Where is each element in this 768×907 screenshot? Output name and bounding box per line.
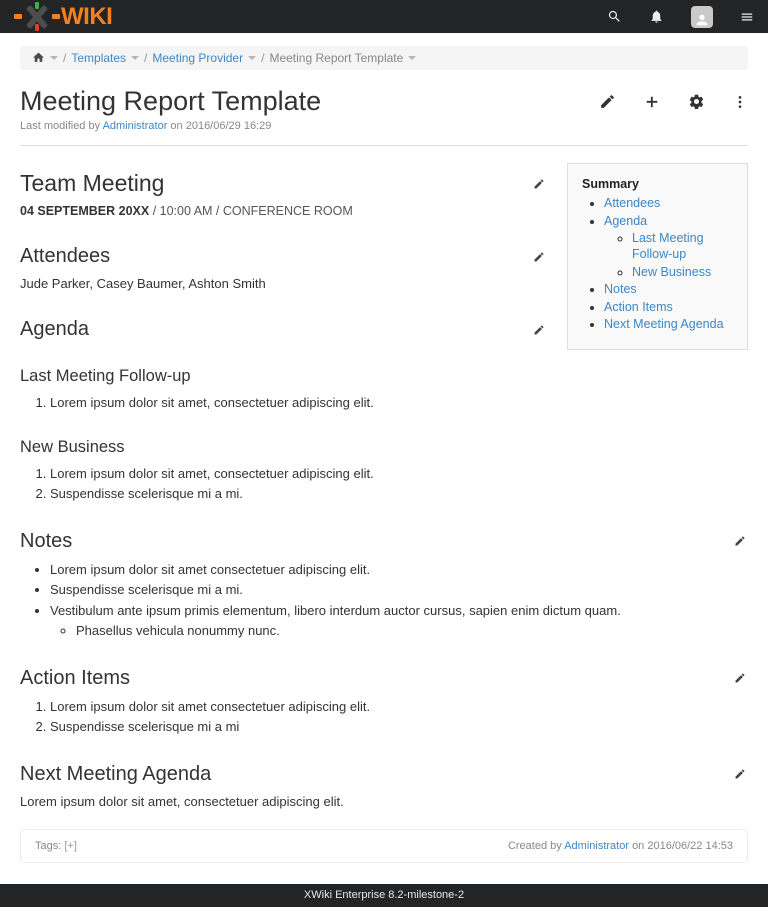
- breadcrumb-link-templates[interactable]: Templates: [71, 51, 126, 65]
- last-modified-line: Last modified by Administrator on 2016/0…: [20, 120, 748, 132]
- summary-link-action-items[interactable]: Action Items: [604, 300, 673, 314]
- version-footer: XWiki Enterprise 8.2-milestone-2: [0, 884, 768, 907]
- summary-link-item: New Business: [632, 265, 739, 281]
- new-business-list: Lorem ipsum dolor sit amet, consectetuer…: [20, 465, 748, 503]
- meeting-date: 04 SEPTEMBER 20XX: [20, 204, 149, 218]
- tags-area: Tags: [+]: [35, 840, 77, 852]
- list-item: Lorem ipsum dolor sit amet, consectetuer…: [50, 394, 748, 412]
- breadcrumb-separator: /: [261, 51, 264, 65]
- summary-panel: Summary Attendees Agenda Last Meeting Fo…: [567, 163, 748, 350]
- modified-suffix: on 2016/06/29 16:29: [170, 120, 271, 132]
- summary-link-item: Attendees: [604, 196, 739, 212]
- follow-up-list: Lorem ipsum dolor sit amet, consectetuer…: [20, 394, 748, 412]
- topbar: WIKI: [0, 0, 768, 33]
- section-edit-pencil-icon[interactable]: [732, 535, 748, 547]
- breadcrumb: / Templates / Meeting Provider / Meeting…: [20, 46, 748, 70]
- list-item: Vestibulum ante ipsum primis elementum, …: [50, 602, 748, 640]
- notes-heading: Notes: [20, 530, 72, 553]
- list-item: Lorem ipsum dolor sit amet, consectetuer…: [50, 465, 748, 483]
- list-item: Lorem ipsum dolor sit amet consectetuer …: [50, 561, 748, 579]
- chevron-down-icon[interactable]: [408, 56, 416, 60]
- modified-by-user-link[interactable]: Administrator: [103, 120, 168, 132]
- logo-x-icon: [25, 4, 49, 29]
- summary-link-agenda[interactable]: Agenda: [604, 214, 647, 228]
- document-info-bar: Tags: [+] Created by Administrator on 20…: [20, 829, 748, 863]
- version-text: XWiki Enterprise 8.2-milestone-2: [304, 889, 464, 901]
- summary-link-new-business[interactable]: New Business: [632, 265, 711, 279]
- list-item: Lorem ipsum dolor sit amet consectetuer …: [50, 698, 748, 716]
- summary-link-item: Next Meeting Agenda: [604, 317, 739, 333]
- list-item: Phasellus vehicula nonummy nunc.: [76, 622, 748, 640]
- chevron-down-icon[interactable]: [248, 56, 256, 60]
- more-kebab-icon[interactable]: [732, 94, 748, 110]
- logo-wordmark: WIKI: [61, 5, 112, 29]
- summary-link-last-meeting-follow-up[interactable]: Last Meeting Follow-up: [632, 231, 704, 261]
- title-divider: [20, 145, 748, 146]
- attendees-heading: Attendees: [20, 245, 110, 268]
- home-icon[interactable]: [32, 51, 45, 65]
- summary-link-attendees[interactable]: Attendees: [604, 196, 660, 210]
- avatar-person-icon: [691, 6, 713, 28]
- created-by-line: Created by Administrator on 2016/06/22 1…: [508, 840, 733, 852]
- meeting-title-heading: Team Meeting: [20, 170, 164, 197]
- edit-pencil-icon[interactable]: [599, 93, 616, 110]
- logo-dash-right: [52, 14, 60, 19]
- modified-prefix: Last modified by: [20, 120, 100, 132]
- user-avatar[interactable]: [691, 6, 713, 28]
- breadcrumb-separator: /: [63, 51, 66, 65]
- last-meeting-follow-up-heading: Last Meeting Follow-up: [20, 367, 191, 386]
- summary-title: Summary: [582, 177, 739, 191]
- breadcrumb-current-page: Meeting Report Template: [269, 51, 403, 65]
- chevron-down-icon[interactable]: [131, 56, 139, 60]
- breadcrumb-link-meeting-provider[interactable]: Meeting Provider: [152, 51, 243, 65]
- section-edit-pencil-icon[interactable]: [531, 324, 547, 336]
- page-title: Meeting Report Template: [20, 86, 321, 117]
- action-items-heading: Action Items: [20, 667, 130, 690]
- list-item: Suspendisse scelerisque mi a mi: [50, 718, 748, 736]
- action-items-list: Lorem ipsum dolor sit amet consectetuer …: [20, 698, 748, 736]
- agenda-heading: Agenda: [20, 318, 89, 341]
- section-edit-pencil-icon[interactable]: [531, 178, 547, 190]
- summary-link-item: Agenda Last Meeting Follow-up New Busine…: [604, 214, 739, 281]
- created-prefix: Created by: [508, 840, 562, 852]
- section-edit-pencil-icon[interactable]: [732, 672, 748, 684]
- logo-dash-left: [14, 14, 22, 19]
- summary-link-notes[interactable]: Notes: [604, 282, 637, 296]
- summary-link-item: Action Items: [604, 300, 739, 316]
- tags-label: Tags:: [35, 840, 61, 852]
- new-business-heading: New Business: [20, 438, 125, 457]
- chevron-down-icon[interactable]: [50, 56, 58, 60]
- search-icon[interactable]: [607, 9, 622, 24]
- add-tag-button[interactable]: [+]: [64, 840, 77, 852]
- xwiki-logo[interactable]: WIKI: [14, 4, 112, 29]
- notifications-bell-icon[interactable]: [649, 9, 664, 24]
- created-by-user-link[interactable]: Administrator: [564, 840, 629, 852]
- hamburger-menu-icon[interactable]: [740, 10, 754, 24]
- list-item-text: Vestibulum ante ipsum primis elementum, …: [50, 603, 621, 618]
- section-edit-pencil-icon[interactable]: [531, 251, 547, 263]
- meeting-time-place: / 10:00 AM / CONFERENCE ROOM: [153, 204, 353, 218]
- section-edit-pencil-icon[interactable]: [732, 768, 748, 780]
- list-item: Suspendisse scelerisque mi a mi.: [50, 485, 748, 503]
- next-meeting-agenda-text: Lorem ipsum dolor sit amet, consectetuer…: [20, 794, 748, 809]
- summary-link-next-meeting-agenda[interactable]: Next Meeting Agenda: [604, 317, 724, 331]
- summary-link-item: Last Meeting Follow-up: [632, 231, 739, 262]
- created-suffix: on 2016/06/22 14:53: [632, 840, 733, 852]
- list-item: Suspendisse scelerisque mi a mi.: [50, 581, 748, 599]
- summary-link-item: Notes: [604, 282, 739, 298]
- next-meeting-agenda-heading: Next Meeting Agenda: [20, 763, 211, 786]
- breadcrumb-separator: /: [144, 51, 147, 65]
- add-plus-icon[interactable]: [643, 93, 661, 111]
- settings-gear-icon[interactable]: [688, 93, 705, 110]
- notes-list: Lorem ipsum dolor sit amet consectetuer …: [20, 561, 748, 640]
